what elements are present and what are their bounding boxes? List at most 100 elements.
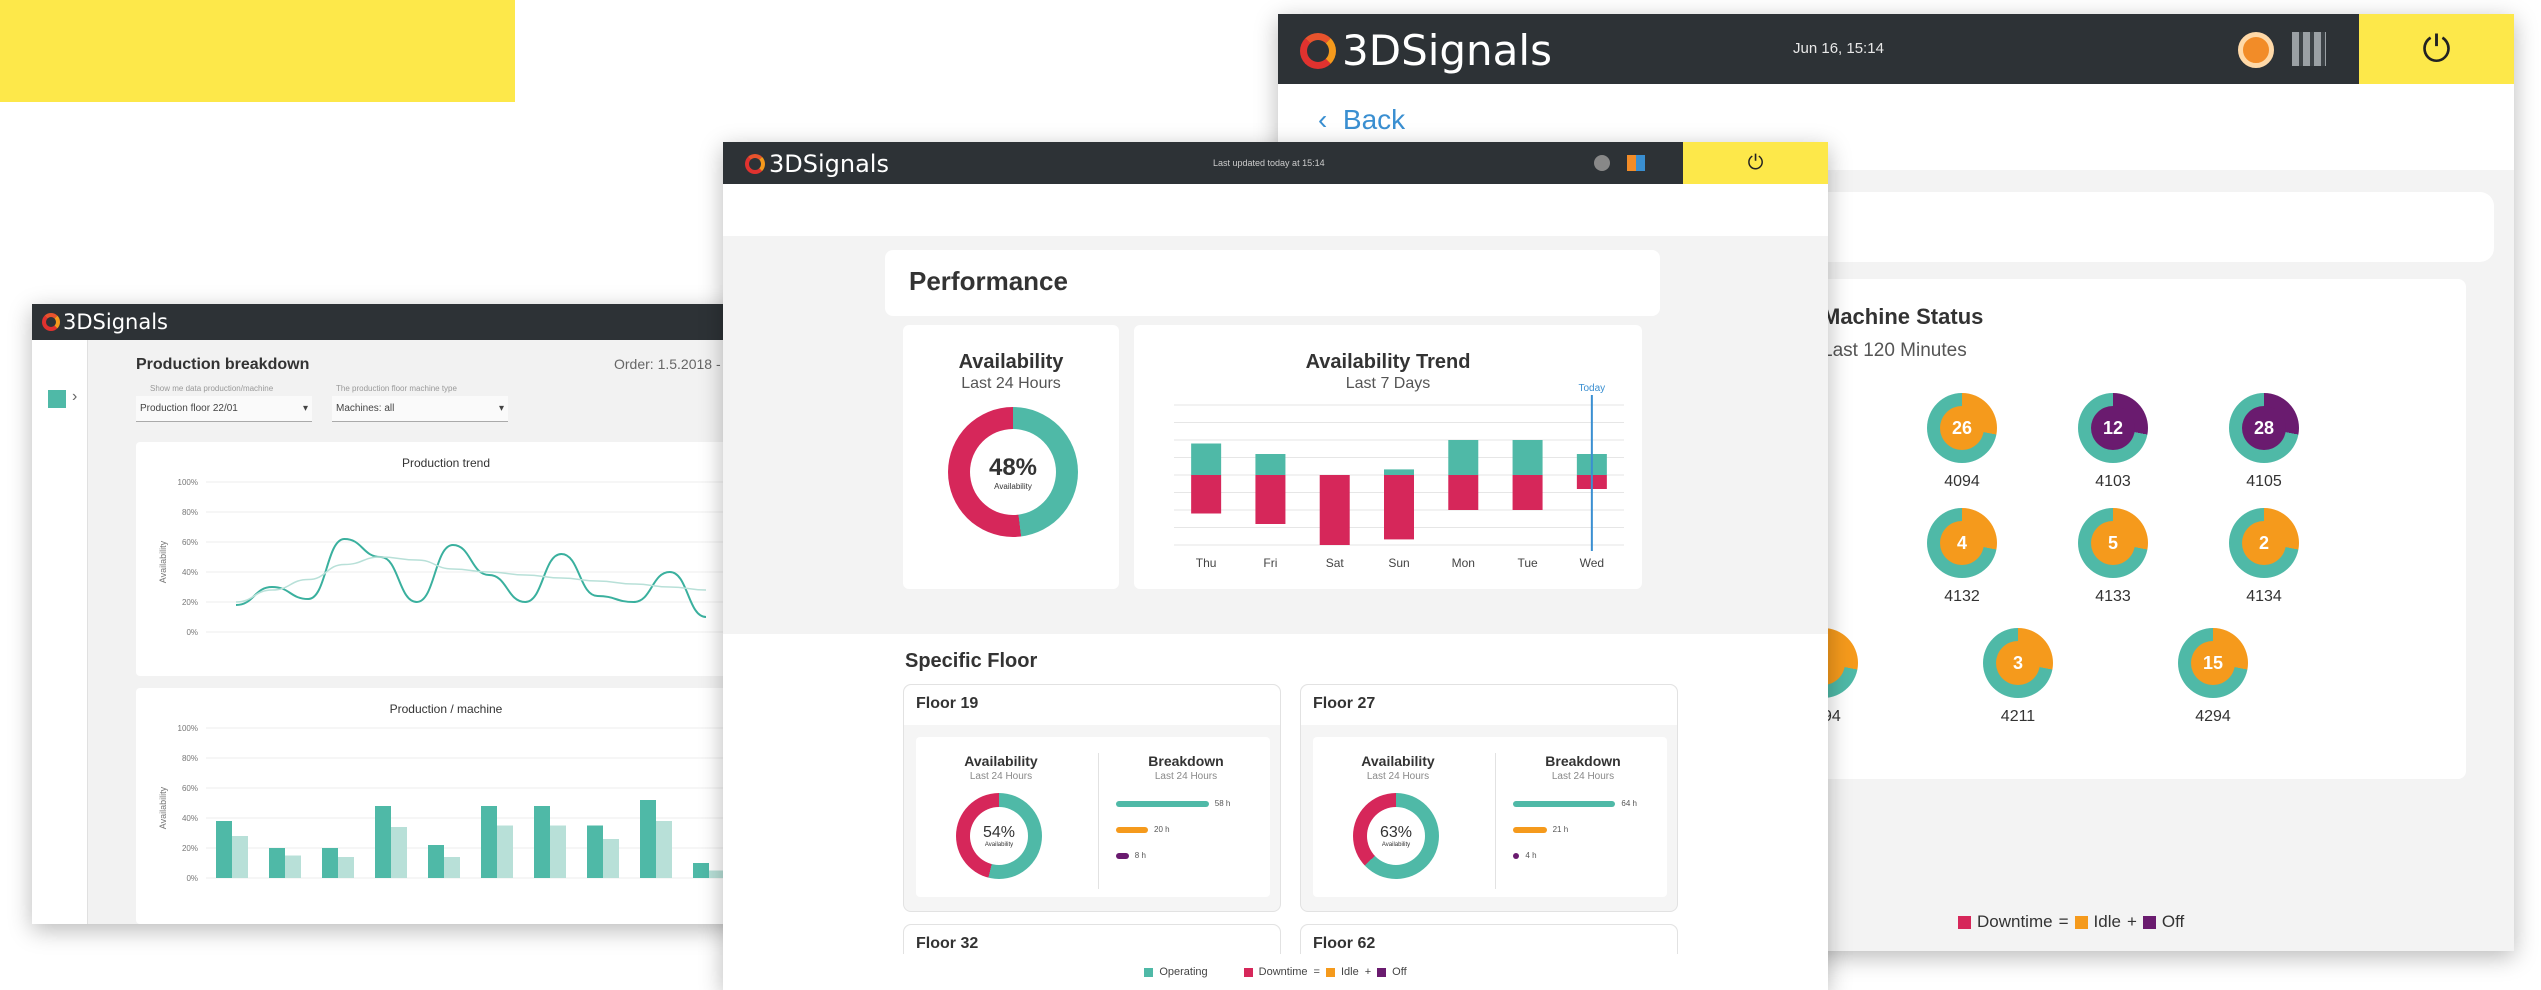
machine-donut: 3 (1983, 628, 2053, 698)
legend-downtime: Downtime (1977, 912, 2053, 931)
availability-donut: 48% Availability (948, 407, 1078, 537)
stats-icon[interactable] (1627, 155, 1645, 171)
machine-bar (640, 800, 656, 878)
machine-bar (656, 821, 672, 878)
y-tick-label: 20% (182, 844, 198, 853)
machine-bar (269, 848, 285, 878)
legend-equals: = (2058, 912, 2069, 931)
floor-title: Floor 19 (904, 685, 1280, 725)
legend-equals: = (1313, 966, 1320, 978)
machine-value: 15 (2191, 641, 2235, 685)
sidebar-menu-icon[interactable] (48, 390, 66, 408)
off-swatch (2142, 915, 2156, 929)
breakdown-bar (1513, 827, 1547, 833)
breakdown-bar (1513, 801, 1616, 807)
floor-select-label: Show me data production/machine (150, 384, 274, 393)
machine-status-item[interactable]: 26 4094 (1912, 393, 2012, 491)
floor-card[interactable]: Floor 19 Availability Last 24 Hours 54% Avai… (903, 684, 1281, 912)
machine-bar (603, 839, 619, 878)
power-button[interactable]: ⏻ (2359, 14, 2514, 84)
machine-status-item[interactable]: 3 4211 (1968, 628, 2068, 726)
datetime: Jun 16, 15:14 (1793, 40, 1884, 57)
machine-value: 2 (2242, 521, 2286, 565)
floor-availability-value: 54% (982, 824, 1016, 841)
machine-status-item[interactable]: 4 4132 (1912, 508, 2012, 606)
brand-logo[interactable]: 3DSignals (42, 310, 168, 334)
machine-bar (391, 827, 407, 878)
top-bar: 3DSignals (32, 304, 767, 340)
back-label: Back (1342, 104, 1406, 135)
breakdown-bar (1513, 853, 1520, 859)
idle-swatch (1325, 967, 1335, 977)
floor-title: Floor 27 (1301, 685, 1677, 725)
breakdown-bar (1116, 853, 1129, 859)
brand-logo[interactable]: 3DSignals (1300, 26, 1552, 75)
downtime-bar (1448, 475, 1479, 510)
machine-status-item[interactable]: 28 4105 (2214, 393, 2314, 491)
x-tick-label: Thu (1196, 556, 1217, 570)
last-updated: Last updated today at 15:14 (1213, 158, 1325, 168)
back-button[interactable]: ‹ Back (1318, 104, 1405, 136)
machine-donut: 12 (2078, 393, 2148, 463)
availability-value: 48% (988, 453, 1038, 481)
caret-down-icon: ▾ (498, 403, 504, 414)
brand-logo[interactable]: 3DSignals (745, 150, 889, 178)
chevron-right-icon[interactable]: › (72, 388, 77, 406)
downtime-bar (1512, 475, 1543, 510)
divider (1495, 753, 1496, 889)
legend-off: Off (1392, 966, 1407, 978)
machine-status-subtitle: Last 120 Minutes (1822, 340, 1967, 361)
x-tick-label: Sun (1388, 556, 1409, 570)
machine-bar (550, 825, 566, 878)
availability-subtitle: Last 24 Hours (961, 375, 1061, 392)
operating-bar (1448, 440, 1479, 475)
machine-value: 5 (2091, 521, 2135, 565)
machine-bar (322, 848, 338, 878)
machine-donut: 28 (2229, 393, 2299, 463)
machine-id: 4103 (2095, 473, 2131, 490)
machine-status-item[interactable]: 5 4133 (2063, 508, 2163, 606)
availability-caption: Availability (994, 481, 1032, 491)
machine-select-label: The production floor machine type (336, 384, 457, 393)
sidebar: › (32, 340, 88, 924)
downtime-bar (1319, 475, 1350, 545)
machine-select[interactable]: Machines: all ▾ (332, 396, 508, 422)
floor-card[interactable]: Floor 27 Availability Last 24 Hours 63% Avai… (1300, 684, 1678, 912)
machine-value: 26 (1940, 406, 1984, 450)
breakdown-value: 58 h (1214, 799, 1231, 808)
operating-bar (1384, 469, 1414, 475)
x-tick-label: Sat (1326, 556, 1345, 570)
machine-value: 4 (1940, 521, 1984, 565)
legend-downtime: Downtime (1258, 966, 1308, 978)
floor-availability-title: Availability (1361, 753, 1435, 769)
stats-icon[interactable] (2292, 32, 2326, 66)
settings-icon[interactable] (2238, 32, 2274, 68)
yellow-accent-block (0, 0, 515, 102)
idle-swatch (2074, 915, 2088, 929)
machine-status-title: Machine Status (1822, 304, 1984, 329)
operating-bar (1255, 454, 1286, 475)
y-axis-label: Availability (158, 786, 168, 829)
machine-select-value: Machines: all (336, 403, 395, 414)
machine-status-item[interactable]: 12 4103 (2063, 393, 2163, 491)
production-trend-panel: Production trend 100% 80% 60% 40% 20% 0% Avail… (136, 442, 756, 676)
machine-id: 4105 (2246, 473, 2282, 490)
floor-body: Availability Last 24 Hours 63% Availability… (1313, 737, 1667, 897)
machine-status-item[interactable]: 15 4294 (2163, 628, 2263, 726)
floor-availability-caption: Availability (1381, 842, 1411, 848)
machine-id: 4134 (2246, 588, 2282, 605)
performance-screen: 3DSignals Last updated today at 15:14 ⏻ … (723, 142, 1828, 990)
settings-icon[interactable] (1594, 155, 1610, 171)
power-button[interactable]: ⏻ (1683, 142, 1828, 184)
downtime-swatch (1958, 915, 1971, 929)
machine-bar (481, 806, 497, 878)
machine-donut: 2 (2229, 508, 2299, 578)
series-line (235, 537, 707, 618)
floor-breakdown-title: Breakdown (1545, 753, 1621, 769)
machine-bar (216, 821, 232, 878)
operating-swatch (1144, 967, 1154, 977)
floor-select[interactable]: Production floor 22/01 ▾ (136, 396, 312, 422)
legend-idle: Idle (2093, 912, 2121, 931)
machine-status-item[interactable]: 2 4134 (2214, 508, 2314, 606)
breakdown-bar (1116, 801, 1209, 807)
